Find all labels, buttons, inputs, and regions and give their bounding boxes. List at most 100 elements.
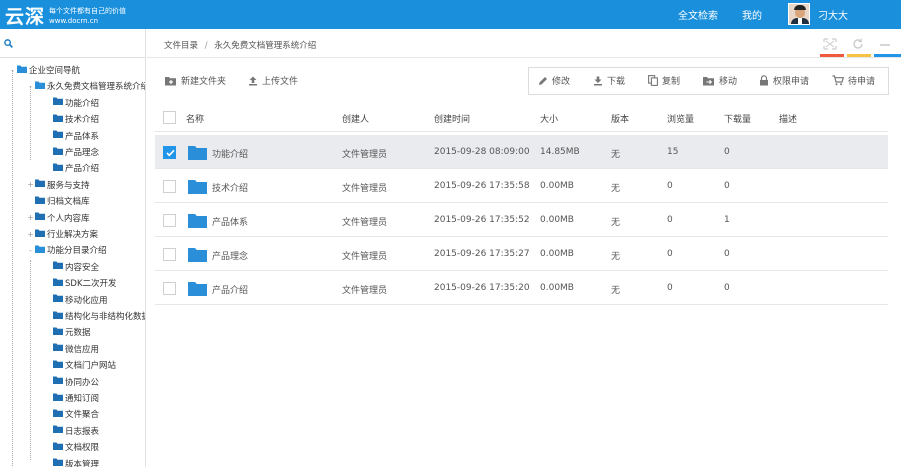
col-views[interactable]: 浏览量: [667, 112, 694, 125]
tree-node[interactable]: 功能介绍: [44, 95, 99, 111]
row-checkbox[interactable]: [163, 180, 176, 193]
row-checkbox[interactable]: [163, 146, 176, 159]
tree-node[interactable]: 协同办公: [44, 374, 99, 390]
folder-icon: [35, 212, 45, 221]
user-name[interactable]: 刁大大: [818, 7, 848, 22]
tree-node[interactable]: 通知订阅: [44, 390, 99, 406]
row-size: 0.00MB: [540, 283, 574, 293]
edit-button[interactable]: 修改: [538, 74, 570, 87]
tree-node[interactable]: 文档门户网站: [44, 357, 116, 373]
move-button[interactable]: 移动: [703, 74, 737, 87]
row-created: 2015-09-26 17:35:58: [434, 181, 530, 191]
folder-icon: [35, 196, 45, 204]
tree-node[interactable]: 日志报表: [44, 423, 99, 439]
col-downloads[interactable]: 下载量: [724, 112, 751, 125]
tree-node[interactable]: - 企业空间导航: [8, 62, 80, 78]
refresh-icon[interactable]: [852, 38, 864, 50]
col-name[interactable]: 名称: [186, 112, 204, 125]
folder-icon: [53, 311, 63, 319]
upload-button[interactable]: 上传文件: [248, 74, 298, 87]
copy-button[interactable]: 复制: [648, 74, 680, 87]
tree-guide-line: [30, 86, 31, 160]
row-checkbox[interactable]: [163, 282, 176, 295]
tree-node[interactable]: 归档文档库: [26, 193, 90, 209]
avatar[interactable]: [788, 3, 810, 25]
tree-node[interactable]: SDK二次开发: [44, 275, 117, 291]
tree-node[interactable]: + 行业解决方案: [26, 226, 98, 242]
table-row[interactable]: 产品介绍 文件管理员 2015-09-26 17:35:20 0.00MB 无 0 0: [155, 271, 888, 305]
tree-node[interactable]: 版本管理: [44, 456, 99, 467]
row-checkbox[interactable]: [163, 248, 176, 261]
row-name[interactable]: 技术介绍: [212, 181, 248, 194]
select-all-checkbox[interactable]: [163, 111, 176, 124]
folder-icon: [53, 294, 63, 303]
tree-node[interactable]: 移动化应用: [44, 292, 108, 308]
tree-node[interactable]: 内容安全: [44, 259, 99, 275]
expand-icon[interactable]: +: [26, 230, 35, 239]
tree-folder-icon-wrap: [53, 327, 65, 338]
tree-node[interactable]: 结构化与非结构化数据: [44, 308, 145, 324]
tree-node[interactable]: 文件聚合: [44, 406, 99, 422]
tree-node[interactable]: 微信应用: [44, 341, 99, 357]
tree-node[interactable]: - 永久免费文档管理系统介绍: [26, 78, 145, 94]
logo-slogan: 每个文件都有自己的价值: [49, 6, 127, 15]
row-created: 2015-09-26 17:35:20: [434, 283, 530, 293]
col-size[interactable]: 大小: [540, 112, 558, 125]
table-row[interactable]: 技术介绍 文件管理员 2015-09-26 17:35:58 0.00MB 无 0 0: [155, 169, 888, 203]
tree-node-label: 日志报表: [65, 426, 100, 437]
col-creator[interactable]: 创建人: [342, 112, 369, 125]
tree-node[interactable]: 产品体系: [44, 128, 99, 144]
download-button[interactable]: 下载: [593, 74, 625, 87]
tree-node[interactable]: - 功能分目录介绍: [26, 242, 107, 258]
tree-node-label: 产品理念: [65, 148, 100, 158]
col-version[interactable]: 版本: [611, 112, 629, 125]
expand-icon[interactable]: +: [26, 213, 35, 222]
table-row[interactable]: 产品体系 文件管理员 2015-09-26 17:35:52 0.00MB 无 0 1: [155, 203, 888, 237]
row-name[interactable]: 产品体系: [212, 215, 248, 228]
tree-node[interactable]: + 服务与支持: [26, 177, 90, 193]
logo-url: www.docrn.cn: [49, 16, 99, 25]
tree-node-label: 产品介绍: [65, 164, 100, 175]
search-icon[interactable]: [4, 39, 13, 48]
nav-fulltext-search[interactable]: 全文检索: [678, 7, 718, 22]
breadcrumb: 文件目录 / 永久免费文档管理系统介绍: [164, 39, 316, 51]
tree-node-label: 企业空间导航: [29, 66, 81, 76]
row-version: 无: [611, 218, 621, 228]
download-icon: [594, 76, 602, 85]
breadcrumb-separator: /: [204, 41, 208, 51]
logo-tagline: 每个文件都有自己的价值 www.docrn.cn: [49, 6, 126, 26]
tree-node[interactable]: + 个人内容库: [26, 210, 90, 226]
tree-node[interactable]: 产品理念: [44, 144, 99, 160]
tree-folder-icon-wrap: [53, 130, 65, 141]
tree-node-label: 行业解决方案: [47, 230, 99, 240]
sidebar: - 企业空间导航 - 永久免费文档管理系统介绍 功能介绍 技术介绍 产品体系 产品理念 产品介绍…: [0, 29, 146, 467]
breadcrumb-root[interactable]: 文件目录: [164, 41, 198, 51]
folder-icon: [53, 393, 63, 401]
tree-node-label: 产品体系: [65, 131, 100, 142]
col-created[interactable]: 创建时间: [434, 112, 470, 125]
expand-icon[interactable]: +: [26, 180, 35, 189]
col-description[interactable]: 描述: [779, 112, 797, 125]
row-version: 无: [611, 252, 621, 262]
permission-request-button[interactable]: 权限申请: [759, 74, 809, 87]
nav-mine[interactable]: 我的: [742, 7, 762, 22]
logo-text: 云深: [5, 6, 46, 28]
fullscreen-icon[interactable]: [823, 38, 837, 50]
logo[interactable]: 云深 每个文件都有自己的价值 www.docrn.cn: [5, 2, 126, 29]
row-name[interactable]: 产品介绍: [212, 283, 248, 296]
row-name[interactable]: 功能介绍: [212, 147, 248, 160]
new-folder-button[interactable]: 新建文件夹: [165, 74, 226, 87]
row-name[interactable]: 产品理念: [212, 249, 248, 262]
tree-node[interactable]: 文档权限: [44, 439, 99, 455]
table-row[interactable]: 功能介绍 文件管理员 2015-09-28 08:09:00 14.85MB 无 15 0: [155, 135, 888, 169]
tree-node[interactable]: 产品介绍: [44, 160, 99, 176]
tree-node[interactable]: 技术介绍: [44, 111, 99, 127]
minimize-icon[interactable]: [879, 38, 891, 50]
pending-request-button[interactable]: 待申请: [832, 74, 875, 87]
tree-node[interactable]: 元数据: [44, 324, 91, 340]
collapse-icon[interactable]: -: [26, 246, 35, 255]
folder-plus-icon: [165, 76, 176, 85]
table-row[interactable]: 产品理念 文件管理员 2015-09-26 17:35:27 0.00MB 无 0 0: [155, 237, 888, 271]
folder-icon: [53, 278, 63, 286]
row-checkbox[interactable]: [163, 214, 176, 227]
